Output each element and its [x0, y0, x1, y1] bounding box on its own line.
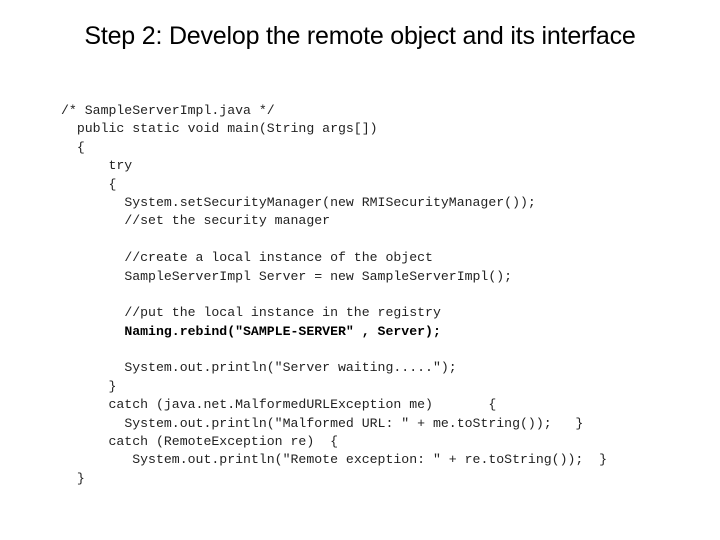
slide-title: Step 2: Develop the remote object and it… [84, 22, 636, 50]
code-line-main-signature: public static void main(String args[]) [76, 121, 378, 137]
code-line-catch-remote: catch (RemoteException re) { [108, 434, 338, 450]
code-line-comment-create: //create a local instance of the object [124, 250, 433, 266]
code-line-comment-registry: //put the local instance in the registry [124, 305, 441, 321]
code-line-try-close-brace: } [108, 378, 117, 394]
code-line-println-malformed: System.out.println("Malformed URL: " + m… [124, 415, 584, 431]
code-line-try-open-brace: { [108, 176, 117, 192]
code-line-naming-rebind: Naming.rebind("SAMPLE-SERVER" , Server); [124, 323, 441, 339]
code-line-println-remote: System.out.println("Remote exception: " … [132, 452, 608, 468]
code-line-catch-malformed: catch (java.net.MalformedURLException me… [108, 397, 497, 413]
code-line-close-brace: } [76, 470, 85, 486]
code-line-set-security-manager: System.setSecurityManager(new RMISecurit… [124, 194, 536, 210]
code-block: /* SampleServerImpl.java */ public stati… [61, 102, 607, 488]
code-line-println-waiting: System.out.println("Server waiting....."… [124, 360, 457, 376]
code-line-comment-security: //set the security manager [124, 213, 331, 229]
code-line-try: try [108, 158, 133, 174]
code-line-comment-filename: /* SampleServerImpl.java */ [61, 103, 275, 118]
code-line-create-instance: SampleServerImpl Server = new SampleServ… [124, 268, 513, 284]
code-line-open-brace: { [76, 139, 85, 155]
